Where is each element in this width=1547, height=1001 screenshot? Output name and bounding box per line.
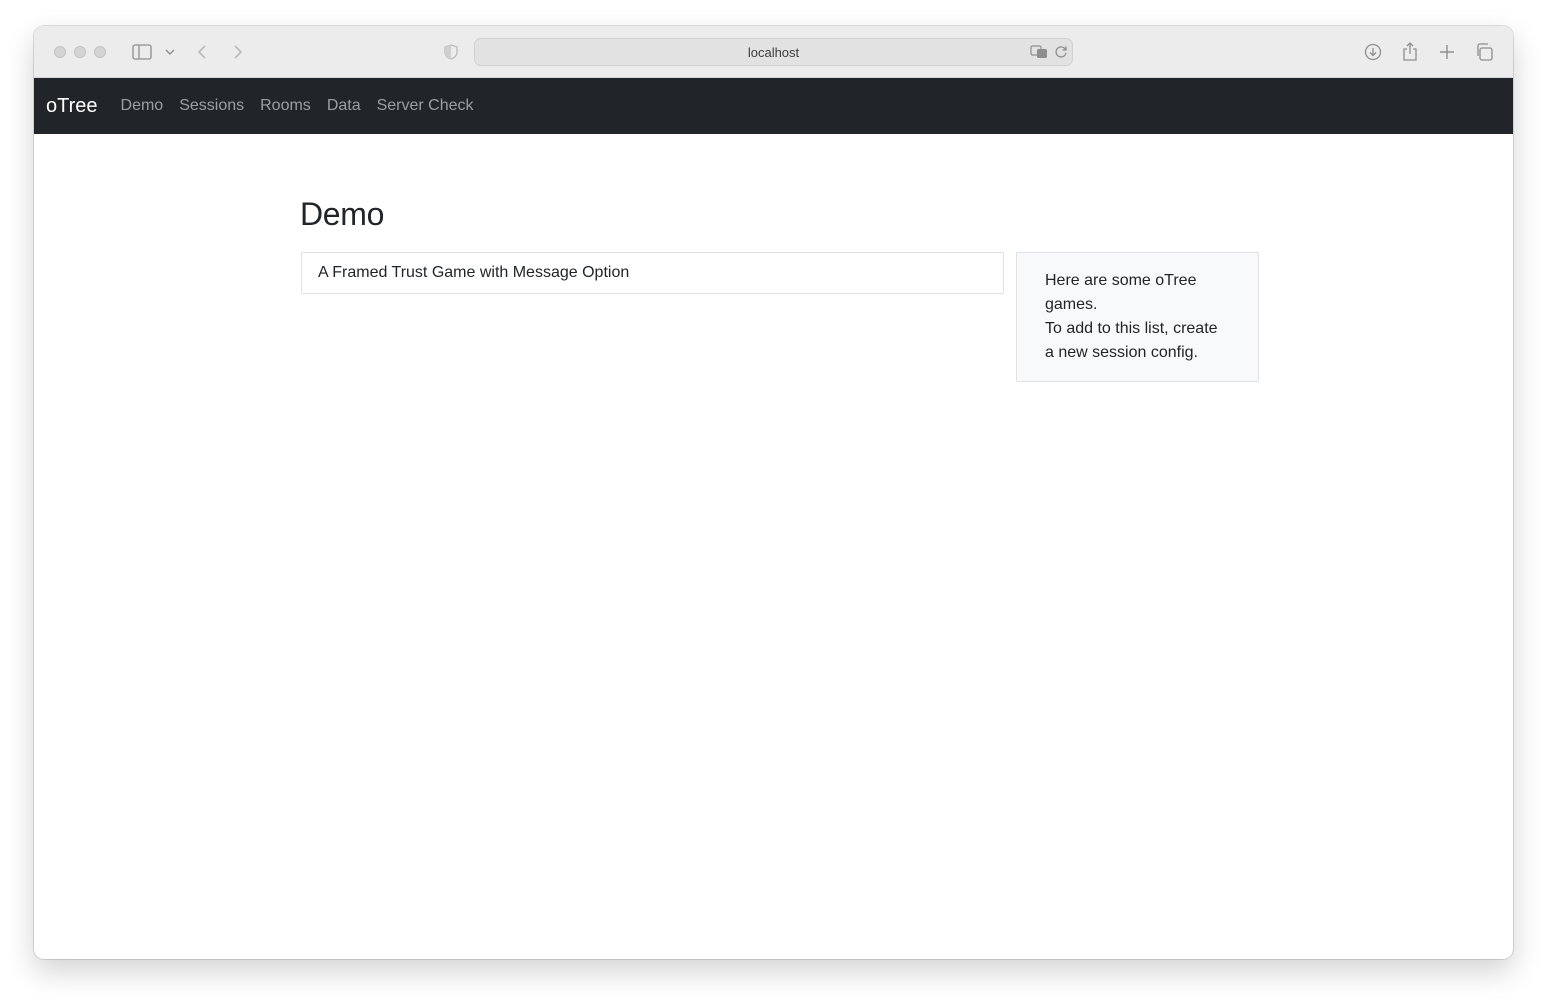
zoom-window-button[interactable]: [94, 46, 106, 58]
page-title: Demo: [300, 196, 385, 232]
nav-link-rooms[interactable]: Rooms: [260, 97, 311, 115]
info-text-line2: To add to this list, create a new sessio…: [1045, 320, 1218, 361]
back-arrow-icon[interactable]: [194, 42, 210, 62]
address-bar[interactable]: localhost: [474, 38, 1073, 66]
game-list-item[interactable]: A Framed Trust Game with Message Option: [301, 252, 1004, 294]
reload-icon[interactable]: [1053, 42, 1069, 62]
brand-logo[interactable]: oTree: [46, 95, 98, 118]
chevron-down-icon[interactable]: [164, 42, 176, 62]
privacy-shield-icon[interactable]: [443, 42, 459, 62]
info-box: Here are some oTree games. To add to thi…: [1016, 252, 1259, 382]
browser-window: localhost oTree Demo Sessions Rooms Data…: [34, 26, 1513, 959]
info-text-line1: Here are some oTree games.: [1045, 272, 1197, 313]
browser-toolbar: localhost: [34, 26, 1513, 78]
new-tab-plus-icon[interactable]: [1437, 42, 1457, 62]
translate-icon[interactable]: [1029, 42, 1049, 62]
minimize-window-button[interactable]: [74, 46, 86, 58]
tab-overview-icon[interactable]: [1474, 42, 1494, 62]
share-icon[interactable]: [1400, 42, 1420, 62]
close-window-button[interactable]: [54, 46, 66, 58]
otree-navbar: oTree Demo Sessions Rooms Data Server Ch…: [34, 78, 1513, 134]
nav-link-demo[interactable]: Demo: [121, 97, 164, 115]
download-icon[interactable]: [1363, 42, 1383, 62]
sidebar-toggle-icon[interactable]: [131, 42, 153, 62]
nav-link-data[interactable]: Data: [327, 97, 361, 115]
nav-link-sessions[interactable]: Sessions: [179, 97, 244, 115]
url-text[interactable]: localhost: [475, 45, 1072, 60]
nav-link-server-check[interactable]: Server Check: [377, 97, 474, 115]
forward-arrow-icon[interactable]: [230, 42, 246, 62]
